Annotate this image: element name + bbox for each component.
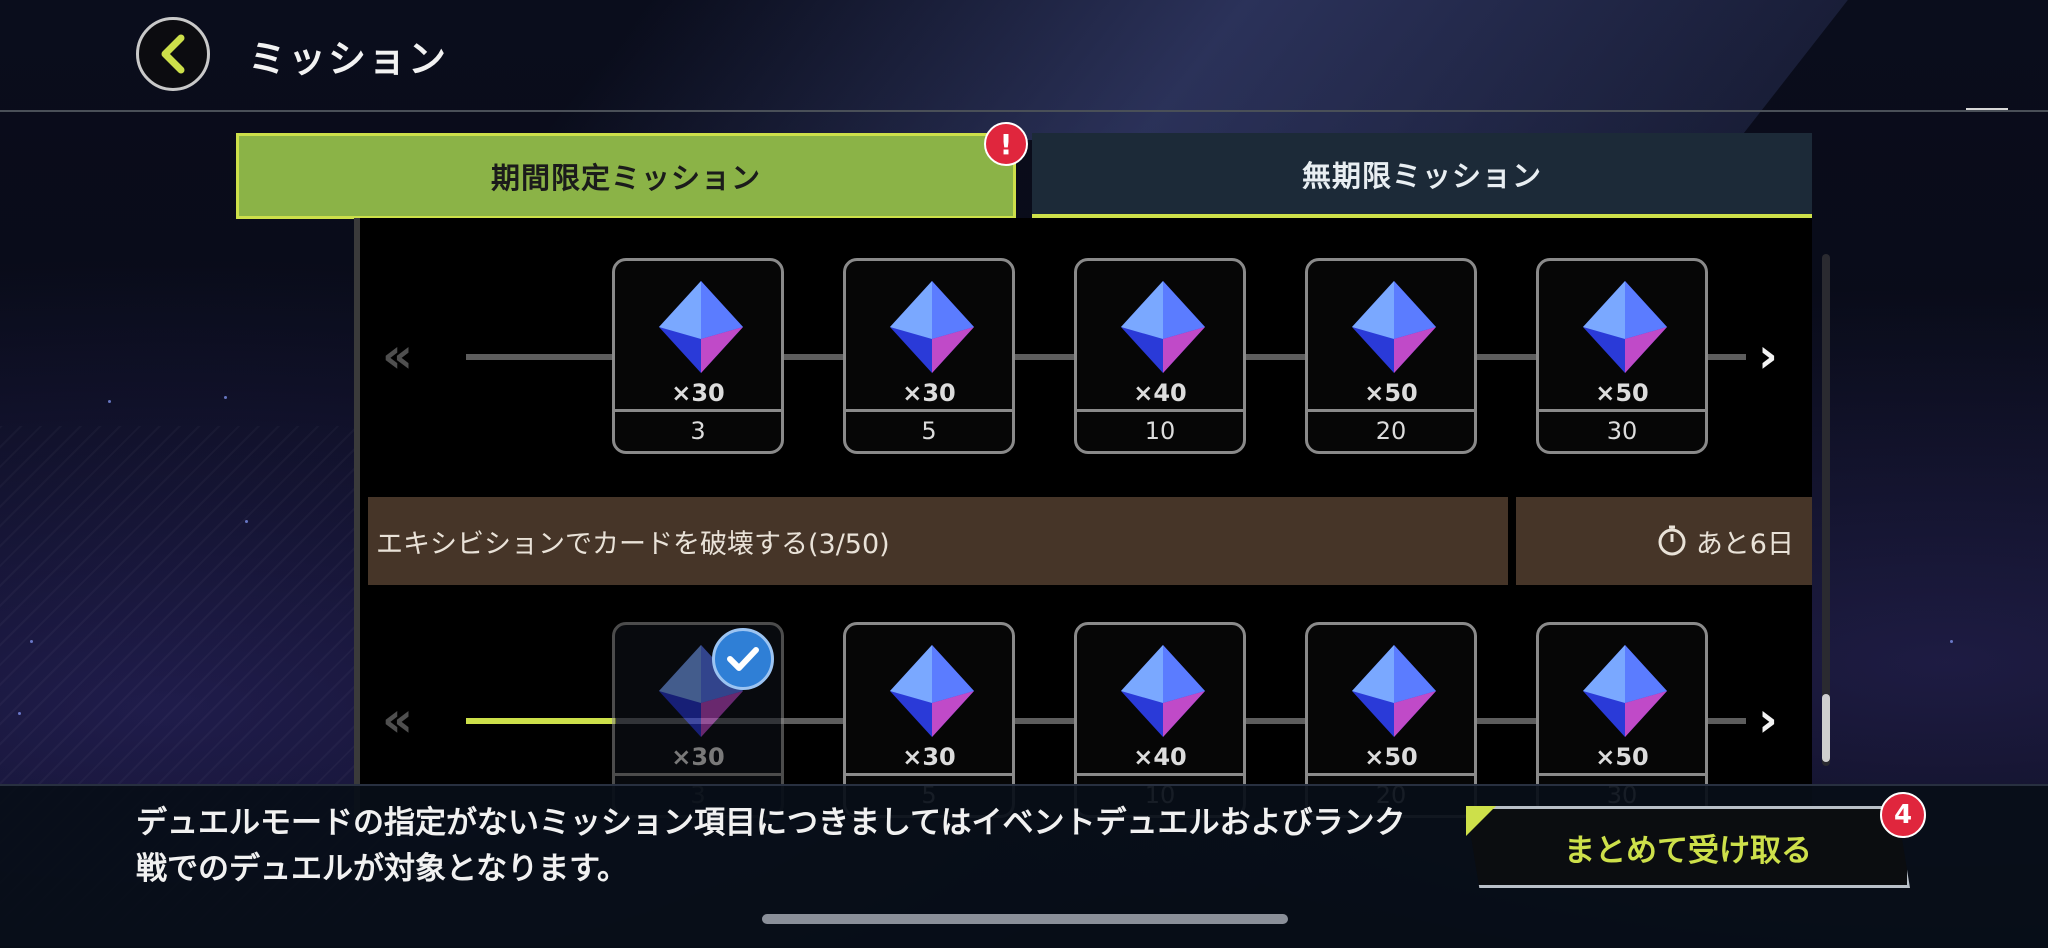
tab-alert-badge: !	[984, 122, 1028, 166]
divider	[1539, 409, 1705, 412]
divider	[846, 409, 1012, 412]
reward-quantity: ×30	[902, 743, 956, 771]
gem-icon	[659, 281, 743, 373]
reward-threshold: 10	[1144, 417, 1176, 445]
reward-row: « › ×30 3 ×30 5 ×40 10	[0, 256, 1778, 456]
reward-card[interactable]: ×50 30	[1536, 258, 1708, 454]
divider	[1077, 773, 1243, 776]
mission-time-left: あと6日	[1516, 497, 1812, 585]
divider	[615, 409, 781, 412]
gem-icon	[1121, 281, 1205, 373]
header-divider	[0, 110, 2048, 112]
gem-icon	[1352, 645, 1436, 737]
reward-card[interactable]: ×40 10	[1074, 258, 1246, 454]
gem-icon	[1583, 281, 1667, 373]
stopwatch-icon	[1658, 525, 1686, 556]
time-left-label: あと6日	[1695, 528, 1794, 560]
reward-quantity: ×50	[1364, 379, 1418, 407]
scrollbar-thumb[interactable]	[1822, 694, 1830, 762]
divider	[615, 773, 781, 776]
progress-fill	[466, 718, 616, 724]
scrollbar-track[interactable]	[1822, 254, 1830, 766]
divider	[846, 773, 1012, 776]
tab-unlimited-missions[interactable]: 無期限ミッション	[1032, 133, 1812, 219]
reward-quantity: ×50	[1364, 743, 1418, 771]
divider	[1539, 773, 1705, 776]
home-indicator[interactable]	[762, 914, 1288, 924]
back-button[interactable]	[136, 17, 210, 91]
next-arrow-icon[interactable]: ›	[1758, 692, 1778, 748]
reward-card[interactable]: ×30 3	[612, 258, 784, 454]
prev-arrow-icon[interactable]: «	[382, 328, 413, 384]
reward-threshold: 3	[690, 417, 706, 445]
gem-icon	[1352, 281, 1436, 373]
top-bar: ミッション	[0, 0, 2048, 112]
claim-count-badge: 4	[1880, 792, 1926, 838]
reward-quantity: ×50	[1595, 379, 1649, 407]
mission-name: エキシビションでカードを破壊する(3/50)	[368, 497, 1508, 585]
tab-limited-missions[interactable]: 期間限定ミッション	[236, 133, 1016, 219]
reward-threshold: 20	[1375, 417, 1407, 445]
reward-quantity: ×30	[671, 743, 725, 771]
reward-quantity: ×30	[671, 379, 725, 407]
gem-icon	[890, 645, 974, 737]
gem-icon	[890, 281, 974, 373]
divider	[1077, 409, 1243, 412]
reward-quantity: ×40	[1133, 379, 1187, 407]
page-title: ミッション	[248, 37, 449, 81]
gem-icon	[1121, 645, 1205, 737]
reward-quantity: ×40	[1133, 743, 1187, 771]
divider	[1308, 409, 1474, 412]
prev-arrow-icon[interactable]: «	[382, 692, 413, 748]
next-arrow-icon[interactable]: ›	[1758, 328, 1778, 384]
reward-card[interactable]: ×50 20	[1305, 258, 1477, 454]
reward-card[interactable]: ×30 5	[843, 258, 1015, 454]
divider	[1308, 773, 1474, 776]
footer-note: デュエルモードの指定がないミッション項目につきましてはイベントデュエルおよびラン…	[136, 805, 1406, 887]
mission-header: エキシビションでカードを破壊する(3/50) あと6日	[368, 497, 1812, 585]
reward-quantity: ×50	[1595, 743, 1649, 771]
chevron-left-icon	[161, 34, 185, 74]
reward-threshold: 5	[921, 417, 937, 445]
reward-threshold: 30	[1606, 417, 1638, 445]
star	[1950, 640, 1953, 643]
star	[245, 520, 248, 523]
reward-quantity: ×30	[902, 379, 956, 407]
gem-icon	[1583, 645, 1667, 737]
claimed-check-icon	[712, 628, 774, 690]
claim-all-button[interactable]: まとめて受け取る	[1466, 806, 1910, 888]
